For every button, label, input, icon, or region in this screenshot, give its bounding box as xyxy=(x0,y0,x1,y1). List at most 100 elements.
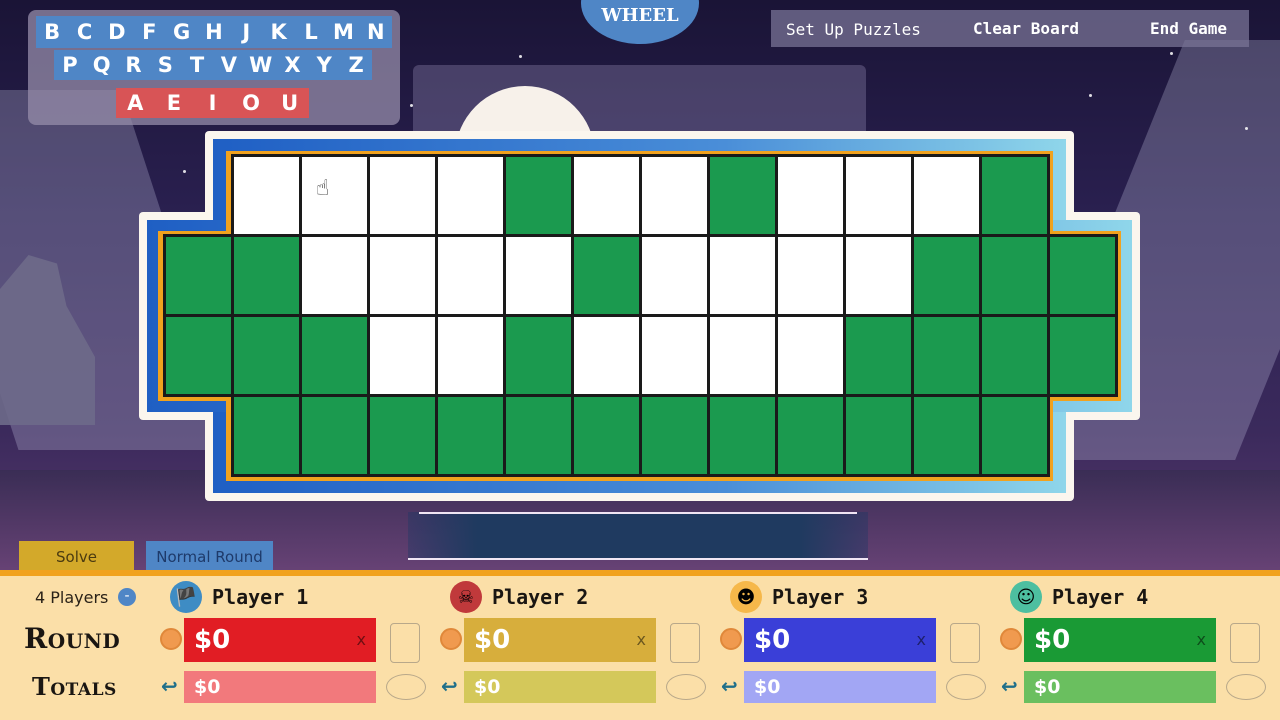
puzzle-tile-unused[interactable] xyxy=(163,234,234,317)
puzzle-tile-unused[interactable] xyxy=(979,314,1050,397)
clear-round-button[interactable]: x xyxy=(1197,630,1206,649)
letter-o-button[interactable]: O xyxy=(237,91,265,115)
player-name[interactable]: Player 4 xyxy=(1052,585,1148,609)
puzzle-tile-blank[interactable] xyxy=(435,154,506,237)
puzzle-tile-blank[interactable] xyxy=(843,154,914,237)
remove-player-button[interactable]: - xyxy=(118,588,136,606)
letter-d-button[interactable]: D xyxy=(103,20,131,44)
puzzle-tile-unused[interactable] xyxy=(911,314,982,397)
puzzle-tile-unused[interactable] xyxy=(163,314,234,397)
token-slot[interactable] xyxy=(1226,674,1266,700)
puzzle-tile-unused[interactable] xyxy=(435,394,506,477)
puzzle-tile-unused[interactable] xyxy=(503,394,574,477)
letter-e-button[interactable]: E xyxy=(160,91,188,115)
puzzle-tile-unused[interactable] xyxy=(843,394,914,477)
clear-round-button[interactable]: x xyxy=(637,630,646,649)
puzzle-tile-blank[interactable] xyxy=(707,234,778,317)
letter-x-button[interactable]: X xyxy=(278,53,306,77)
puzzle-tile-blank[interactable] xyxy=(639,314,710,397)
puzzle-tile-unused[interactable] xyxy=(299,394,370,477)
puzzle-tile-blank[interactable] xyxy=(367,314,438,397)
card-slot[interactable] xyxy=(670,623,700,663)
token-slot[interactable] xyxy=(666,674,706,700)
puzzle-tile-blank[interactable] xyxy=(911,154,982,237)
letter-r-button[interactable]: R xyxy=(119,53,147,77)
puzzle-tile-unused[interactable] xyxy=(503,314,574,397)
puzzle-tile-unused[interactable] xyxy=(911,234,982,317)
puzzle-tile-unused[interactable] xyxy=(299,314,370,397)
puzzle-tile-blank[interactable] xyxy=(775,154,846,237)
puzzle-tile-blank[interactable] xyxy=(707,314,778,397)
letter-l-button[interactable]: L xyxy=(297,20,325,44)
puzzle-tile-unused[interactable] xyxy=(1047,234,1118,317)
setup-puzzles-button[interactable]: Set Up Puzzles xyxy=(786,20,921,39)
token-slot[interactable] xyxy=(946,674,986,700)
player-name[interactable]: Player 3 xyxy=(772,585,868,609)
puzzle-tile-unused[interactable] xyxy=(979,234,1050,317)
player-name[interactable]: Player 2 xyxy=(492,585,588,609)
letter-s-button[interactable]: S xyxy=(151,53,179,77)
turn-indicator-button[interactable] xyxy=(1000,628,1022,650)
puzzle-tile-blank[interactable] xyxy=(299,234,370,317)
letter-z-button[interactable]: Z xyxy=(342,53,370,77)
card-slot[interactable] xyxy=(1230,623,1260,663)
letter-a-button[interactable]: A xyxy=(121,91,149,115)
puzzle-tile-blank[interactable] xyxy=(571,314,642,397)
puzzle-tile-unused[interactable] xyxy=(231,314,302,397)
puzzle-tile-unused[interactable] xyxy=(639,394,710,477)
letter-u-button[interactable]: U xyxy=(276,91,304,115)
puzzle-tile-blank[interactable] xyxy=(367,154,438,237)
letter-y-button[interactable]: Y xyxy=(310,53,338,77)
bank-arrow-icon[interactable]: ↩ xyxy=(721,674,738,698)
puzzle-tile-blank[interactable] xyxy=(639,234,710,317)
letter-f-button[interactable]: F xyxy=(135,20,163,44)
letter-j-button[interactable]: J xyxy=(232,20,260,44)
turn-indicator-button[interactable] xyxy=(440,628,462,650)
puzzle-tile-unused[interactable] xyxy=(231,234,302,317)
letter-h-button[interactable]: H xyxy=(200,20,228,44)
puzzle-tile-blank[interactable] xyxy=(775,234,846,317)
card-slot[interactable] xyxy=(390,623,420,663)
puzzle-tile-blank[interactable] xyxy=(775,314,846,397)
puzzle-tile-blank[interactable] xyxy=(503,234,574,317)
bank-arrow-icon[interactable]: ↩ xyxy=(441,674,458,698)
letter-g-button[interactable]: G xyxy=(168,20,196,44)
puzzle-tile-unused[interactable] xyxy=(979,154,1050,237)
puzzle-tile-unused[interactable] xyxy=(571,234,642,317)
letter-v-button[interactable]: V xyxy=(215,53,243,77)
puzzle-tile-unused[interactable] xyxy=(911,394,982,477)
puzzle-tile-unused[interactable] xyxy=(707,394,778,477)
letter-n-button[interactable]: N xyxy=(362,20,390,44)
puzzle-tile-unused[interactable] xyxy=(707,154,778,237)
letter-c-button[interactable]: C xyxy=(71,20,99,44)
puzzle-tile-unused[interactable] xyxy=(843,314,914,397)
puzzle-tile-unused[interactable] xyxy=(231,394,302,477)
letter-k-button[interactable]: K xyxy=(265,20,293,44)
puzzle-tile-blank[interactable] xyxy=(843,234,914,317)
bank-arrow-icon[interactable]: ↩ xyxy=(1001,674,1018,698)
puzzle-tile-unused[interactable] xyxy=(503,154,574,237)
letter-w-button[interactable]: W xyxy=(247,53,275,77)
letter-p-button[interactable]: P xyxy=(56,53,84,77)
round-type-button[interactable]: Normal Round xyxy=(146,541,273,573)
clear-round-button[interactable]: x xyxy=(357,630,366,649)
bank-arrow-icon[interactable]: ↩ xyxy=(161,674,178,698)
letter-b-button[interactable]: B xyxy=(38,20,66,44)
letter-m-button[interactable]: M xyxy=(329,20,357,44)
card-slot[interactable] xyxy=(950,623,980,663)
puzzle-tile-unused[interactable] xyxy=(775,394,846,477)
end-game-button[interactable]: End Game xyxy=(1150,19,1227,38)
letter-i-button[interactable]: I xyxy=(198,91,226,115)
token-slot[interactable] xyxy=(386,674,426,700)
puzzle-tile-blank[interactable] xyxy=(231,154,302,237)
puzzle-tile-blank[interactable] xyxy=(639,154,710,237)
clear-round-button[interactable]: x xyxy=(917,630,926,649)
solve-button[interactable]: Solve xyxy=(19,541,134,573)
puzzle-tile-blank[interactable] xyxy=(571,154,642,237)
puzzle-tile-blank[interactable] xyxy=(435,314,506,397)
clear-board-button[interactable]: Clear Board xyxy=(973,19,1079,38)
puzzle-tile-unused[interactable] xyxy=(367,394,438,477)
puzzle-tile-unused[interactable] xyxy=(571,394,642,477)
puzzle-tile-blank[interactable] xyxy=(367,234,438,317)
turn-indicator-button[interactable] xyxy=(720,628,742,650)
